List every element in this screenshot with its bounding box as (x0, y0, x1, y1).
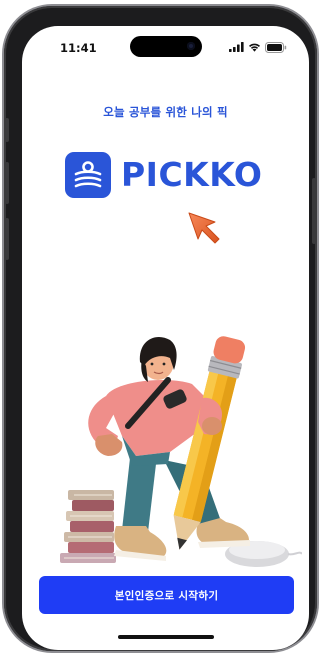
action-button (5, 118, 9, 142)
verify-start-button[interactable]: 본인인증으로 시작하기 (39, 576, 294, 614)
pickko-logo-icon (65, 152, 111, 198)
dynamic-island (130, 36, 202, 57)
battery-icon (265, 41, 287, 53)
book-stack (60, 490, 116, 563)
volume-down-button (5, 218, 9, 260)
volume-up-button (5, 162, 9, 204)
cursor-arrow-icon (188, 212, 220, 244)
student-pencil-illustration (60, 336, 302, 567)
home-indicator[interactable] (118, 635, 214, 639)
status-time: 11:41 (60, 41, 97, 55)
phone-frame: 11:41 오늘 공부를 위한 나의 픽 PICKKO 본인인증으로 시작하기 (4, 6, 317, 651)
wifi-icon (249, 43, 260, 52)
power-button (312, 178, 316, 244)
app-screen: 11:41 오늘 공부를 위한 나의 픽 PICKKO 본인인증으로 시작하기 (22, 26, 309, 650)
status-icons (229, 41, 287, 53)
brand-name: PICKKO (121, 155, 263, 194)
tagline: 오늘 공부를 위한 나의 픽 (103, 105, 228, 119)
signal-icon (229, 42, 244, 52)
camera-icon (187, 42, 195, 50)
